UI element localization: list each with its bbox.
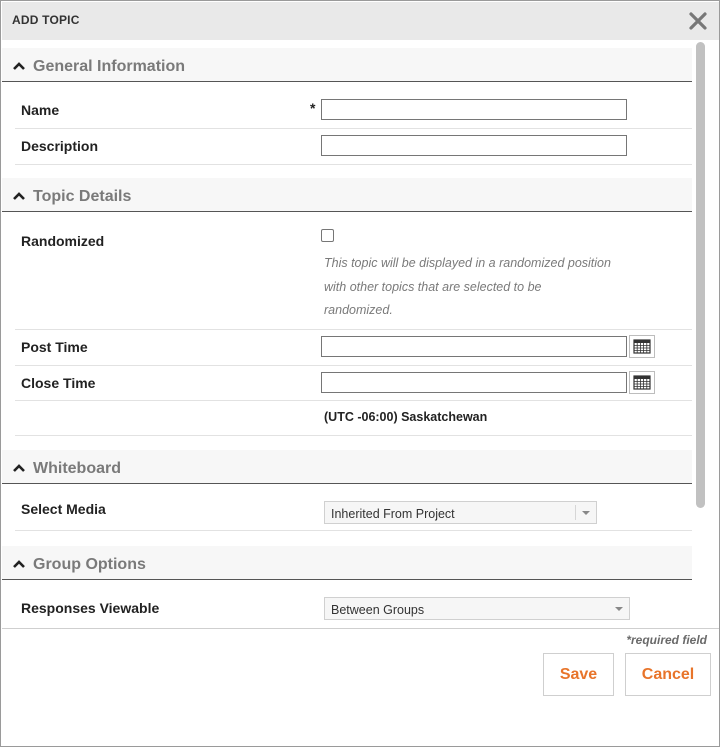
select-media-label: Select Media [21, 501, 106, 517]
section-topic-details[interactable]: Topic Details [2, 178, 692, 212]
select-media-value: Inherited From Project [331, 507, 455, 521]
chevron-up-icon[interactable] [12, 559, 26, 569]
timezone-row: (UTC -06:00) Saskatchewan [15, 401, 692, 436]
calendar-icon [633, 375, 651, 390]
responses-viewable-row: Responses Viewable Between Groups [15, 580, 692, 628]
responses-viewable-value: Between Groups [331, 603, 425, 617]
timezone-label: (UTC -06:00) Saskatchewan [324, 410, 488, 424]
name-input[interactable] [321, 99, 627, 120]
randomized-label: Randomized [21, 233, 105, 249]
select-media-dropdown[interactable]: Inherited From Project [324, 501, 597, 524]
section-title: General Information [33, 58, 186, 75]
close-time-input[interactable] [321, 372, 627, 393]
dialog-content[interactable]: General Information Name * Description T… [2, 40, 719, 629]
scrollbar-thumb[interactable] [696, 42, 705, 508]
close-time-calendar-button[interactable] [629, 371, 655, 394]
caret-down-icon[interactable] [609, 598, 629, 619]
post-time-label: Post Time [21, 339, 88, 355]
name-label: Name [21, 102, 60, 118]
post-time-row: Post Time [15, 330, 692, 366]
dialog-titlebar: ADD TOPIC [2, 2, 719, 40]
responses-viewable-dropdown[interactable]: Between Groups [324, 597, 630, 620]
add-topic-dialog: ADD TOPIC General Information Name * Des… [0, 0, 720, 747]
hint-line: randomized. [324, 303, 393, 317]
vertical-scrollbar[interactable] [694, 40, 708, 629]
post-time-calendar-button[interactable] [629, 335, 655, 358]
description-row: Description [15, 129, 692, 165]
close-button[interactable] [685, 8, 711, 34]
section-group-options[interactable]: Group Options [2, 546, 692, 580]
close-icon [689, 12, 707, 30]
section-title: Whiteboard [33, 460, 121, 477]
randomized-checkbox[interactable] [321, 229, 334, 242]
select-media-row: Select Media Inherited From Project [15, 484, 692, 531]
name-row: Name * [15, 92, 692, 129]
hint-line: This topic will be displayed in a random… [324, 256, 611, 270]
description-label: Description [21, 138, 99, 154]
dialog-title: ADD TOPIC [12, 13, 80, 27]
randomized-hint: This topic will be displayed in a random… [324, 252, 614, 323]
description-input[interactable] [321, 135, 627, 156]
chevron-up-icon[interactable] [12, 463, 26, 473]
close-time-label: Close Time [21, 375, 96, 391]
section-general-information[interactable]: General Information [2, 48, 692, 82]
caret-down-icon[interactable] [576, 502, 596, 523]
close-time-row: Close Time [15, 366, 692, 401]
required-asterisk: * [310, 100, 316, 116]
save-button[interactable]: Save [543, 653, 614, 696]
section-whiteboard[interactable]: Whiteboard [2, 450, 692, 484]
cancel-button[interactable]: Cancel [625, 653, 711, 696]
calendar-icon [633, 339, 651, 354]
section-title: Topic Details [33, 188, 132, 205]
section-title: Group Options [33, 556, 146, 573]
responses-viewable-label: Responses Viewable [21, 600, 160, 616]
chevron-up-icon[interactable] [12, 191, 26, 201]
randomized-row: Randomized This topic will be displayed … [15, 212, 692, 330]
footer-divider [2, 628, 719, 629]
post-time-input[interactable] [321, 336, 627, 357]
chevron-up-icon[interactable] [12, 61, 26, 71]
hint-line: with other topics that are selected to b… [324, 279, 542, 294]
required-field-note: *required field [626, 633, 707, 647]
